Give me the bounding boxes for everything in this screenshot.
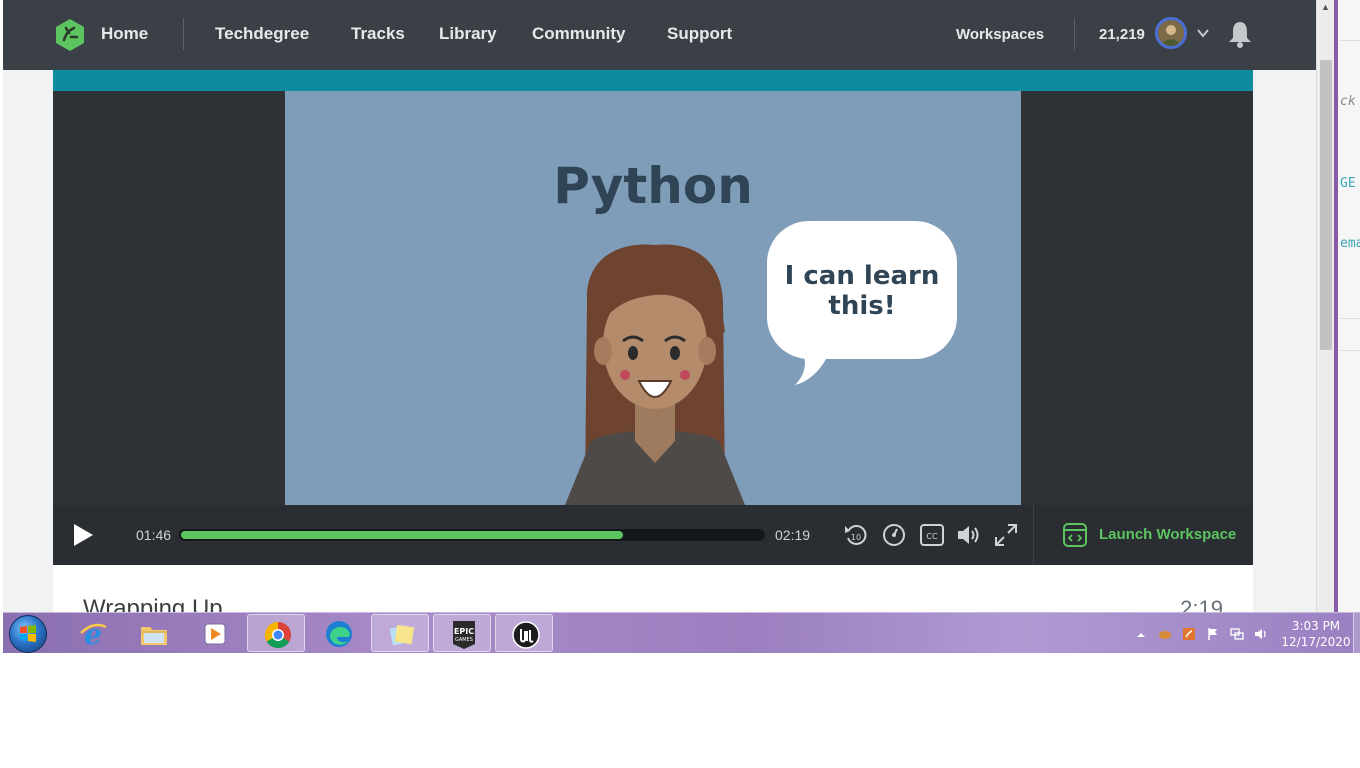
show-hidden-icons-icon[interactable]	[1134, 628, 1148, 642]
taskbar-file-explorer[interactable]	[124, 614, 182, 652]
top-navigation: Home Techdegree Tracks Library Community…	[3, 0, 1316, 70]
lesson-duration: 2:19	[1180, 596, 1223, 612]
video-chapter-strip	[53, 70, 1253, 91]
notification-bell-icon[interactable]	[1227, 20, 1253, 48]
code-fragment: ck	[1340, 94, 1356, 109]
speech-bubble-tail	[795, 353, 829, 385]
tray-app-icon[interactable]	[1158, 627, 1172, 641]
action-center-flag-icon[interactable]	[1206, 627, 1220, 641]
unreal-engine-icon	[512, 621, 540, 649]
network-icon[interactable]	[1230, 627, 1244, 641]
taskbar-sticky-notes[interactable]	[371, 614, 429, 652]
folder-icon	[141, 627, 167, 645]
clock-date[interactable]: 12/17/2020	[1279, 635, 1353, 649]
show-desktop-button[interactable]	[1353, 613, 1360, 653]
internet-explorer-icon: e	[80, 619, 107, 649]
video-controls: 01:46 02:19 10 CC Launch Workspace	[53, 505, 1253, 565]
user-avatar[interactable]	[1155, 17, 1187, 49]
nav-techdegree-link[interactable]: Techdegree	[215, 24, 309, 44]
speed-icon[interactable]	[881, 522, 907, 548]
points-counter[interactable]: 21,219	[1099, 26, 1145, 43]
fullscreen-icon[interactable]	[993, 522, 1019, 548]
page-scrollbar[interactable]: ▲	[1316, 0, 1335, 612]
svg-text:e: e	[84, 619, 102, 649]
taskbar-edge[interactable]	[309, 614, 367, 652]
svg-text:EPIC: EPIC	[454, 627, 474, 636]
scroll-up-arrow-icon[interactable]: ▲	[1321, 2, 1330, 12]
background-window-strip: ▲ ck GE ema	[1316, 0, 1360, 612]
nav-divider	[183, 18, 184, 50]
code-fragment: GE	[1340, 176, 1356, 191]
taskbar-media-player[interactable]	[185, 614, 243, 652]
nav-tracks-link[interactable]: Tracks	[351, 24, 405, 44]
epic-games-icon: EPIC GAMES	[453, 621, 475, 649]
browser-page: Home Techdegree Tracks Library Community…	[3, 0, 1316, 612]
avatar-image-icon	[1158, 20, 1184, 46]
windows-logo-icon	[20, 625, 36, 642]
start-button[interactable]	[9, 615, 47, 653]
launch-workspace-button[interactable]: Launch Workspace	[1099, 526, 1236, 543]
nav-library-link[interactable]: Library	[439, 24, 497, 44]
code-fragment: ema	[1340, 236, 1360, 251]
video-frame[interactable]: Python I can learn this!	[285, 91, 1021, 505]
progress-bar-fill	[181, 531, 623, 539]
taskbar-unreal-engine[interactable]	[495, 614, 553, 652]
divider-line	[1340, 40, 1360, 41]
controls-divider	[1033, 505, 1034, 565]
slide-title: Python	[553, 157, 753, 215]
media-player-icon	[204, 623, 226, 645]
svg-text:GAMES: GAMES	[455, 637, 473, 643]
svg-text:CC: CC	[926, 532, 938, 541]
progress-bar[interactable]	[179, 529, 765, 541]
edge-icon	[326, 621, 352, 647]
current-time: 01:46	[136, 527, 172, 543]
speech-bubble-text: I can learn this!	[784, 261, 940, 321]
nav-divider	[1074, 18, 1075, 50]
scrollbar-thumb[interactable]	[1320, 60, 1332, 350]
tray-java-icon[interactable]	[1182, 627, 1196, 641]
window-border	[1334, 0, 1338, 612]
clock-time[interactable]: 3:03 PM	[1283, 619, 1349, 633]
svg-text:10: 10	[851, 533, 861, 542]
divider-line	[1340, 350, 1360, 351]
divider-line	[1340, 318, 1360, 319]
chevron-down-icon[interactable]	[1196, 26, 1210, 40]
total-time: 02:19	[775, 527, 811, 543]
workspace-icon[interactable]	[1063, 523, 1087, 547]
taskbar-chrome[interactable]	[247, 614, 305, 652]
rewind-10-icon[interactable]: 10	[843, 522, 869, 548]
play-icon[interactable]	[71, 522, 95, 548]
nav-community-link[interactable]: Community	[532, 24, 626, 44]
speaker-icon[interactable]	[1254, 627, 1268, 641]
taskbar-epic-games[interactable]: EPIC GAMES	[433, 614, 491, 652]
speech-bubble: I can learn this!	[767, 221, 957, 359]
treehouse-logo-icon[interactable]	[53, 18, 87, 52]
captions-icon[interactable]: CC	[919, 522, 945, 548]
lesson-header: Wrapping Up 2:19	[53, 565, 1253, 612]
nav-home-link[interactable]: Home	[101, 24, 148, 44]
nav-support-link[interactable]: Support	[667, 24, 732, 44]
volume-icon[interactable]	[956, 522, 982, 548]
video-player[interactable]: Python I can learn this! 01:46 02:19 10 …	[53, 70, 1253, 565]
nav-workspaces-link[interactable]: Workspaces	[956, 26, 1044, 43]
taskbar-internet-explorer[interactable]: e	[63, 614, 121, 652]
chrome-icon	[264, 621, 291, 649]
character-illustration	[565, 244, 745, 505]
windows-taskbar: e EPIC GAMES 3:03 PM 12/17/2020	[3, 612, 1360, 653]
lesson-title: Wrapping Up	[83, 595, 223, 612]
sticky-notes-icon	[389, 624, 415, 646]
